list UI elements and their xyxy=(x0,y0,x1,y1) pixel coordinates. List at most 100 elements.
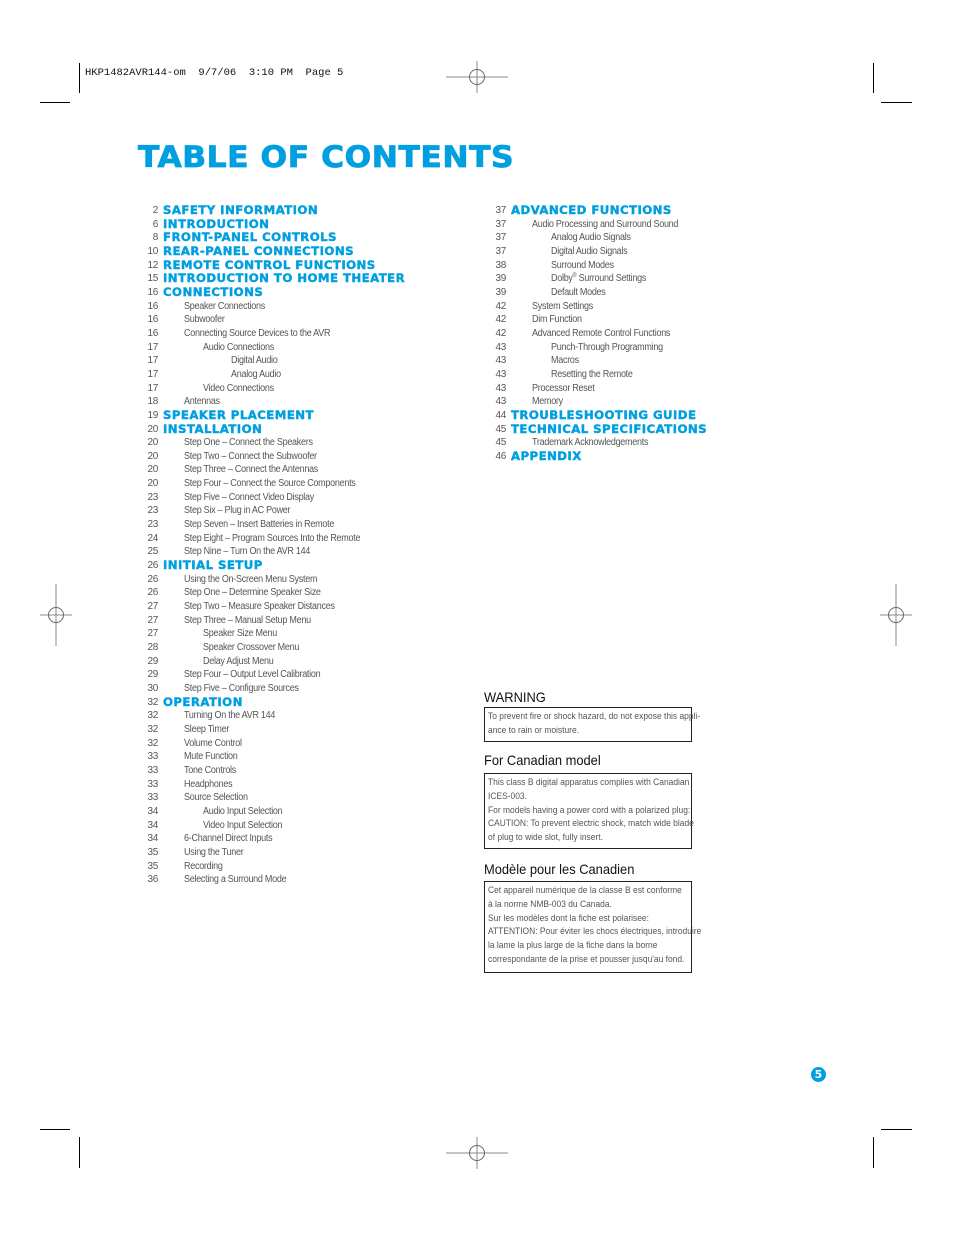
toc-entry-label: 6-Channel Direct Inputs xyxy=(184,833,273,845)
toc-subentry: 17 Digital Audio xyxy=(137,354,467,368)
crop-mark xyxy=(873,1137,874,1168)
toc-section-entry: 26 INITIAL SETUP xyxy=(137,559,467,573)
toc-entry-label: Step Three – Connect the Antennas xyxy=(184,464,319,476)
toc-entry-label: Video Connections xyxy=(203,382,274,394)
toc-entry-label: Analog Audio Signals xyxy=(551,232,631,244)
toc-entry-label-part: Surround Settings xyxy=(576,273,647,285)
registration-mark-icon xyxy=(40,584,72,646)
crop-mark xyxy=(881,1129,912,1130)
toc-page-number: 43 xyxy=(495,355,506,367)
toc-section-entry: 10 REAR-PANEL CONNECTIONS xyxy=(137,245,467,259)
toc-entry-label: Step Five – Configure Sources xyxy=(184,682,299,694)
toc-entry-label: Analog Audio xyxy=(231,368,281,380)
toc-page-number: 33 xyxy=(147,751,158,763)
toc-entry-label: Step Seven – Insert Batteries in Remote xyxy=(184,519,335,531)
toc-entry-label: Step Four – Connect the Source Component… xyxy=(184,478,356,490)
registration-mark-icon xyxy=(880,584,912,646)
toc-page-number: 44 xyxy=(495,409,506,421)
toc-page-number: 20 xyxy=(147,478,158,490)
toc-entry-label: Digital Audio Signals xyxy=(551,245,628,257)
toc-page-number: 43 xyxy=(495,341,506,353)
toc-entry-label: Headphones xyxy=(184,778,233,790)
canadian-french-box: Cet appareil numérique de la classe B es… xyxy=(484,881,701,973)
notice-line: à la norme NMB-003 du Canada. xyxy=(488,898,612,910)
toc-entry-label: Speaker Size Menu xyxy=(203,628,277,640)
toc-page-number: 27 xyxy=(147,628,158,640)
notice-line: of plug to wide slot, fully insert. xyxy=(488,832,603,844)
toc-subentry: 26 Using the On-Screen Menu System xyxy=(137,573,467,587)
toc-subentry: 20 Step One – Connect the Speakers xyxy=(137,436,467,450)
toc-entry-label: REMOTE CONTROL FUNCTIONS xyxy=(163,258,376,272)
toc-entry-label: Step One – Determine Speaker Size xyxy=(184,587,321,599)
toc-entry-label: Step Five – Connect Video Display xyxy=(184,491,315,503)
toc-page-number: 36 xyxy=(147,874,158,886)
toc-page-number: 34 xyxy=(147,819,158,831)
toc-subentry: 32 Sleep Timer xyxy=(137,723,467,737)
page-title: TABLE OF CONTENTS xyxy=(138,140,515,175)
toc-subentry: 43 Resetting the Remote xyxy=(485,368,785,382)
toc-entry-label: Speaker Connections xyxy=(184,300,265,312)
toc-subentry: 36 Selecting a Surround Mode xyxy=(137,873,467,887)
toc-page-number: 23 xyxy=(147,505,158,517)
toc-entry-label: Digital Audio xyxy=(231,355,278,367)
toc-page-number: 29 xyxy=(147,655,158,667)
toc-section-entry: 46 APPENDIX xyxy=(485,450,785,464)
toc-entry-label: Audio Processing and Surround Sound xyxy=(532,218,679,230)
toc-page-number: 28 xyxy=(147,642,158,653)
toc-subentry: 23 Step Seven – Insert Batteries in Remot… xyxy=(137,518,467,532)
toc-entry-label: Step Six – Plug in AC Power xyxy=(184,505,291,517)
print-slug: HKP1482AVR144-om 9/7/06 3:10 PM Page 5 xyxy=(85,67,344,79)
toc-subentry: 33 Tone Controls xyxy=(137,764,467,778)
toc-subentry: 32 Turning On the AVR 144 xyxy=(137,709,467,723)
toc-subentry: 42 System Settings xyxy=(485,300,785,314)
toc-page-number: 37 xyxy=(495,232,506,244)
toc-entry-label: Memory xyxy=(532,396,563,408)
toc-page-number: 26 xyxy=(147,560,158,572)
toc-page-number: 2 xyxy=(152,205,159,216)
toc-page-number: 46 xyxy=(495,450,506,462)
toc-section-entry: 19 SPEAKER PLACEMENT xyxy=(137,409,467,423)
crop-mark xyxy=(79,1137,80,1168)
toc-entry-label: System Settings xyxy=(532,300,593,312)
toc-subentry: 33 Source Selection xyxy=(137,791,467,805)
toc-section-entry: 20 INSTALLATION xyxy=(137,422,467,437)
toc-subentry: 20 Step Three – Connect the Antennas xyxy=(137,463,467,477)
warning-box: To prevent fire or shock hazard, do not … xyxy=(484,707,700,742)
toc-entry-label: Step Eight – Program Sources Into the Re… xyxy=(184,532,361,544)
toc-subentry: 35 Recording xyxy=(137,860,467,874)
toc-section-entry: 32 OPERATION xyxy=(137,695,467,710)
toc-subentry: 27 Step Two – Measure Speaker Distances xyxy=(137,600,467,614)
toc-entry-label: Source Selection xyxy=(184,792,248,804)
toc-subentry: 27 Step Three – Manual Setup Menu xyxy=(137,614,467,628)
toc-page-number: 26 xyxy=(147,573,158,585)
toc-entry-label: INSTALLATION xyxy=(163,422,263,436)
canadian-model-box: This class B digital apparatus complies … xyxy=(484,773,694,849)
toc-subentry: 16 Connecting Source Devices to the AVR xyxy=(137,327,467,341)
toc-entry-label: Default Modes xyxy=(551,286,606,298)
toc-entry-label: Resetting the Remote xyxy=(551,368,633,380)
toc-page-number: 43 xyxy=(495,396,506,408)
toc-page-number: 17 xyxy=(147,382,158,394)
toc-page-number: 20 xyxy=(147,437,158,449)
toc-subentry: 26 Step One – Determine Speaker Size xyxy=(137,586,467,600)
toc-entry-label: APPENDIX xyxy=(511,449,582,463)
toc-entry-label: Mute Function xyxy=(184,751,238,763)
toc-entry-label: Video Input Selection xyxy=(203,819,283,831)
toc-page-number: 32 xyxy=(147,710,158,722)
toc-entry-label: Step Two – Measure Speaker Distances xyxy=(184,601,335,613)
toc-subentry: 42 Dim Function xyxy=(485,313,785,327)
notice-line: CAUTION: To prevent electric shock, matc… xyxy=(488,818,694,830)
toc-entry-label: Using the Tuner xyxy=(184,846,244,858)
toc-entry-label: FRONT-PANEL CONTROLS xyxy=(163,231,337,245)
toc-page-number: 32 xyxy=(147,696,158,708)
toc-page-number: 38 xyxy=(495,259,506,271)
toc-page-number: 34 xyxy=(147,833,158,845)
toc-subentry: 28 Speaker Crossover Menu xyxy=(137,641,467,655)
page-number-badge: 5 xyxy=(811,1067,826,1082)
toc-subentry: 33 Headphones xyxy=(137,778,467,792)
toc-entry-label: Sleep Timer xyxy=(184,723,230,735)
toc-subentry: 37 Digital Audio Signals xyxy=(485,245,785,259)
toc-entry-label: INTRODUCTION TO HOME THEATER xyxy=(163,272,406,286)
toc-subentry: 27 Speaker Size Menu xyxy=(137,627,467,641)
canadian-model-heading: For Canadian model xyxy=(484,752,601,768)
